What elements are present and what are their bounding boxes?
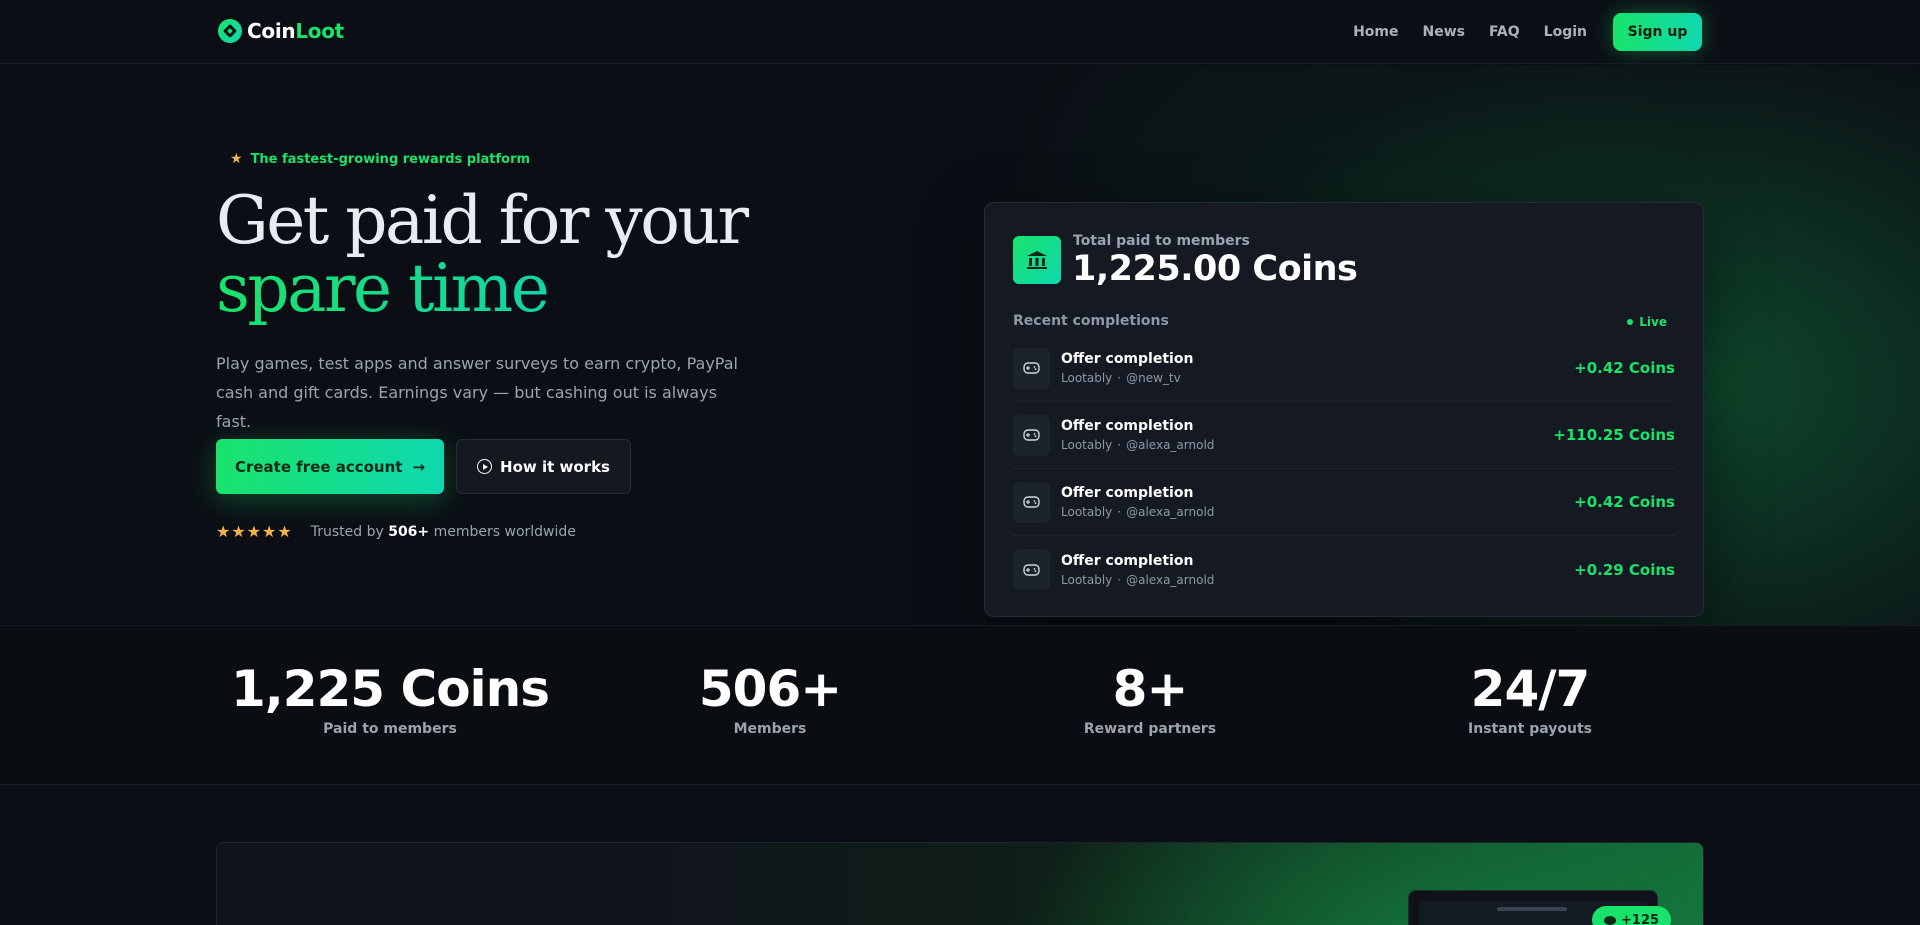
coinloot-logo-icon	[218, 19, 242, 43]
nav-login-link[interactable]: Login	[1544, 24, 1587, 40]
stat-paid: 1,225 Coins Paid to members	[200, 661, 580, 737]
headline-accent: spare time	[216, 250, 550, 327]
stat-label: Instant payouts	[1468, 721, 1592, 737]
live-indicator: Live	[1627, 315, 1667, 329]
hero-badge: ★ The fastest-growing rewards platform	[230, 151, 530, 167]
coin-pill-value: +125	[1621, 912, 1660, 925]
stat-members: 506+ Members	[580, 661, 960, 737]
bank-icon-box	[1013, 236, 1061, 284]
coin-reward-pill: +125	[1592, 906, 1672, 925]
gamepad-icon	[1023, 429, 1040, 441]
payout-panel: Total paid to members 1,225.00 Coins Rec…	[984, 202, 1704, 617]
list-item: Offer completion Lootably · @alexa_arnold …	[1013, 402, 1675, 469]
completions-list: Offer completion Lootably · @new_tv +0.42 …	[1013, 335, 1675, 603]
stat-value: 506+	[698, 660, 842, 718]
create-account-label: Create free account	[234, 457, 403, 476]
row-text: Offer completion Lootably · @alexa_arnold	[1061, 553, 1214, 587]
star-icon: ★	[230, 151, 243, 167]
nav-news-link[interactable]: News	[1422, 24, 1464, 40]
gamepad-icon	[1023, 362, 1040, 374]
gamepad-icon-box	[1013, 549, 1050, 590]
trust-line: ★★★★★ Trusted by 506+ members worldwide	[216, 522, 576, 541]
coins-icon	[1604, 915, 1616, 925]
live-label: Live	[1639, 315, 1667, 329]
row-text: Offer completion Lootably · @alexa_arnold	[1061, 418, 1214, 452]
how-it-works-button[interactable]: How it works	[456, 439, 631, 494]
rating-stars-icon: ★★★★★	[216, 522, 293, 541]
trust-text: Trusted by 506+ members worldwide	[310, 523, 576, 540]
gamepad-icon-box	[1013, 414, 1050, 456]
stat-label: Members	[733, 721, 807, 737]
stat-payouts: 24/7 Instant payouts	[1340, 661, 1720, 737]
hero-headline: Get paid for your spare time	[216, 187, 896, 323]
stat-value: 1,225 Coins	[230, 660, 550, 718]
nav-faq-link[interactable]: FAQ	[1489, 24, 1520, 40]
how-it-works-label: How it works	[500, 457, 610, 476]
gamepad-icon-box	[1013, 347, 1050, 389]
total-paid-label: Total paid to members	[1073, 233, 1250, 249]
recent-completions-label: Recent completions	[1013, 313, 1169, 329]
row-title: Offer completion	[1061, 552, 1194, 569]
gamepad-icon	[1023, 496, 1040, 508]
list-item: Offer completion Lootably · @alexa_arnold …	[1013, 469, 1675, 536]
row-title: Offer completion	[1061, 485, 1194, 501]
create-account-button[interactable]: Create free account →	[216, 439, 444, 494]
play-circle-icon	[477, 459, 493, 474]
row-amount: +0.29 Coins	[1574, 560, 1675, 579]
row-meta: Lootably · @alexa_arnold	[1061, 572, 1215, 587]
live-dot-icon	[1627, 319, 1634, 325]
hero-badge-text: The fastest-growing rewards platform	[250, 151, 531, 167]
logo[interactable]: CoinLoot	[218, 19, 344, 43]
list-item: Offer completion Lootably · @alexa_arnold …	[1013, 536, 1675, 603]
top-navbar: CoinLoot Home News FAQ Login Sign up	[0, 0, 1920, 64]
row-text: Offer completion Lootably · @new_tv	[1061, 351, 1193, 385]
gamepad-icon-box	[1013, 481, 1050, 523]
list-item: Offer completion Lootably · @new_tv +0.42 …	[1013, 335, 1675, 402]
row-amount: +110.25 Coins	[1553, 426, 1675, 444]
row-amount: +0.42 Coins	[1574, 359, 1675, 377]
arrow-right-icon: →	[412, 457, 426, 476]
logo-text: CoinLoot	[247, 19, 344, 43]
stats-section: 1,225 Coins Paid to members 506+ Members…	[0, 625, 1920, 785]
bank-icon	[1027, 251, 1047, 269]
total-paid-value: 1,225.00 Coins	[1072, 249, 1358, 289]
hero-subtext: Play games, test apps and answer surveys…	[216, 354, 738, 431]
stat-value: 24/7	[1470, 660, 1591, 718]
row-title: Offer completion	[1061, 418, 1194, 434]
nav-links: Home News FAQ Login Sign up	[1353, 13, 1702, 51]
gamepad-icon	[1023, 563, 1040, 576]
stat-value: 8+	[1112, 660, 1189, 718]
row-meta: Lootably · @alexa_arnold	[1061, 505, 1215, 519]
preview-card: +125	[216, 842, 1704, 925]
headline-plain: Get paid for your	[216, 182, 749, 259]
stat-label: Paid to members	[323, 721, 457, 737]
device-notch	[1497, 907, 1567, 911]
nav-home-link[interactable]: Home	[1353, 24, 1398, 40]
row-meta: Lootably · @new_tv	[1061, 371, 1181, 385]
signup-button[interactable]: Sign up	[1613, 13, 1702, 51]
trust-count: 506+	[388, 523, 430, 540]
row-text: Offer completion Lootably · @alexa_arnold	[1061, 485, 1214, 519]
stat-label: Reward partners	[1083, 721, 1217, 737]
stat-partners: 8+ Reward partners	[960, 661, 1340, 737]
row-title: Offer completion	[1061, 351, 1194, 367]
hero-section: ★ The fastest-growing rewards platform G…	[0, 65, 1920, 625]
row-meta: Lootably · @alexa_arnold	[1061, 438, 1215, 452]
row-amount: +0.42 Coins	[1574, 493, 1675, 511]
